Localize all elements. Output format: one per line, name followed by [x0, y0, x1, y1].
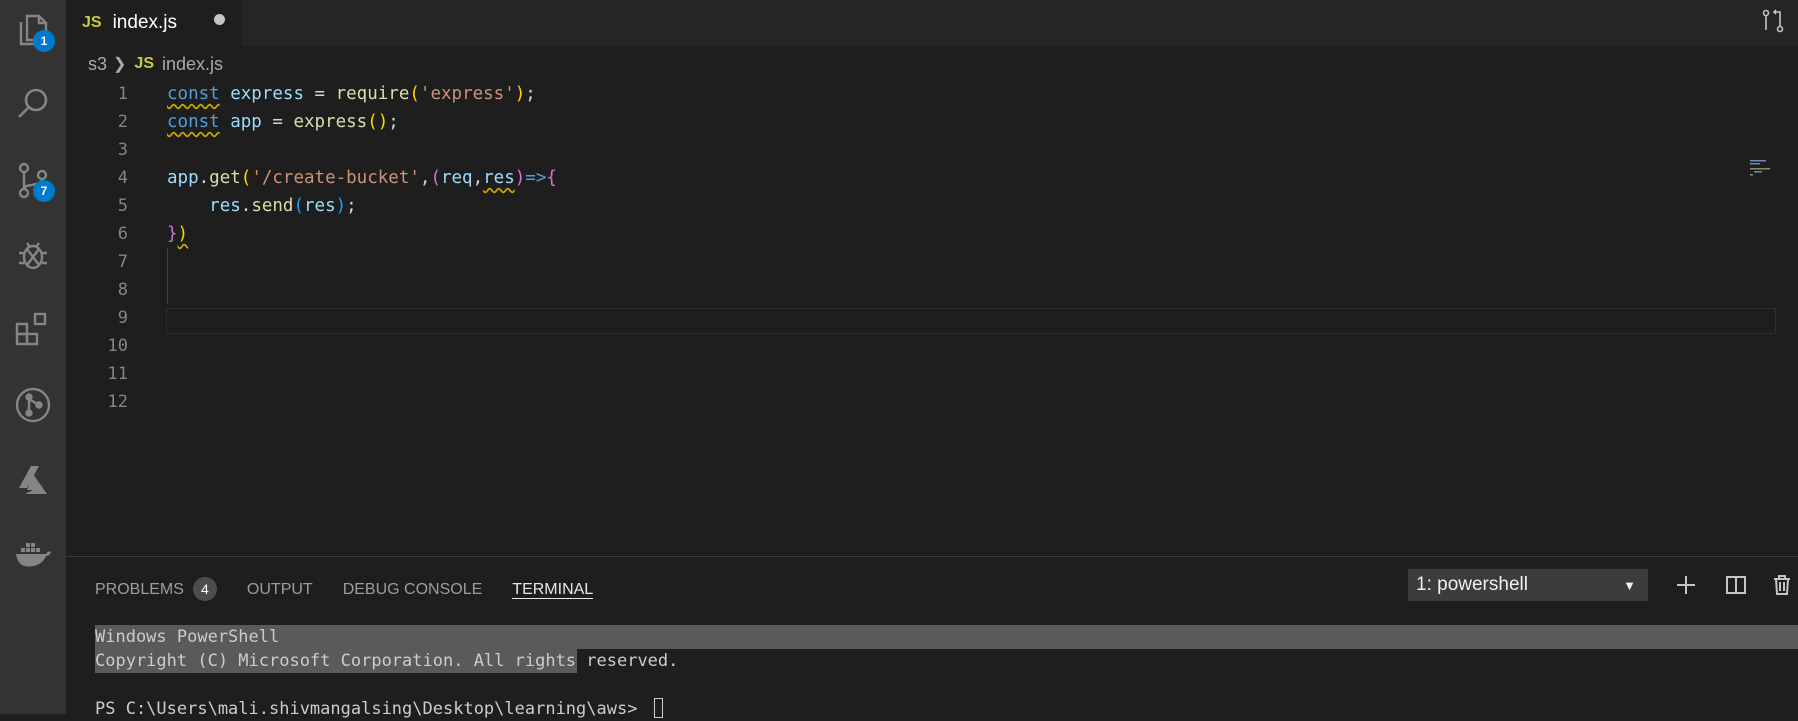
new-terminal-button[interactable]	[1670, 569, 1702, 601]
docker-button[interactable]	[9, 530, 57, 578]
open-changes-icon[interactable]	[1760, 8, 1786, 34]
breadcrumb-folder[interactable]: s3	[88, 54, 107, 75]
source-control-badge: 7	[33, 180, 55, 202]
line-number: 3	[117, 140, 128, 160]
code-line: 12	[66, 388, 1776, 416]
terminal-line: Copyright (C) Microsoft Corporation. All…	[95, 651, 679, 671]
code-line: 11	[66, 360, 1776, 388]
code-line: 2 const app = express();	[66, 108, 1776, 136]
search-button[interactable]	[9, 80, 57, 128]
breadcrumb: s3 ❯ JS index.js	[88, 52, 223, 76]
tab-label: OUTPUT	[246, 581, 313, 598]
tab-debug-console[interactable]: DEBUG CONSOLE	[343, 573, 483, 599]
breadcrumb-file[interactable]: index.js	[162, 54, 223, 75]
git-graph-button[interactable]	[9, 381, 57, 429]
chevron-right-icon: ❯	[113, 56, 127, 73]
js-file-icon: JS	[82, 14, 102, 31]
explorer-button[interactable]: 1	[9, 6, 57, 54]
terminal-line: Windows PowerShell	[95, 627, 280, 647]
tab-label: PROBLEMS	[95, 581, 184, 598]
code-line: 10	[66, 332, 1776, 360]
tab-index-js[interactable]: JS index.js	[66, 0, 242, 46]
split-terminal-button[interactable]	[1720, 569, 1752, 601]
minimap[interactable]	[1750, 158, 1774, 184]
debug-icon	[19, 242, 47, 270]
extensions-button[interactable]	[9, 306, 57, 354]
problems-count-badge: 4	[192, 577, 217, 601]
tab-label: index.js	[112, 12, 177, 33]
git-icon	[15, 387, 51, 423]
code-line: 4 app.get('/create-bucket',(req,res)=>{	[66, 164, 1776, 192]
code-editor[interactable]: 1 const express = require('express'); 2 …	[66, 80, 1776, 550]
tab-label: DEBUG CONSOLE	[342, 581, 483, 598]
line-number: 7	[117, 252, 128, 272]
line-number: 11	[107, 364, 128, 384]
code-line: 6 })	[66, 220, 1776, 248]
line-number: 2	[117, 112, 128, 132]
line-number: 8	[117, 280, 128, 300]
kill-terminal-button[interactable]	[1766, 569, 1798, 601]
code-line: 8	[66, 276, 1776, 304]
line-number: 4	[117, 168, 128, 188]
code-text: const app = express();	[167, 112, 399, 132]
code-line: 7	[66, 248, 1776, 276]
terminal-prompt-line: PS C:\Users\mali.shivmangalsing\Desktop\…	[95, 697, 1798, 721]
code-line: 5 res.send(res);	[66, 192, 1776, 220]
chevron-down-icon: ▼	[1623, 578, 1636, 593]
source-control-button[interactable]: 7	[9, 156, 57, 204]
terminal-select-value: 1: powershell	[1416, 574, 1528, 595]
debug-button[interactable]	[9, 231, 57, 279]
line-number: 9	[117, 308, 128, 328]
code-text: const express = require('express');	[167, 84, 536, 104]
panel-tabs: PROBLEMS 4 OUTPUT DEBUG CONSOLE TERMINAL	[95, 573, 623, 607]
terminal-prompt: PS C:\Users\mali.shivmangalsing\Desktop\…	[95, 699, 648, 719]
tab-output[interactable]: OUTPUT	[247, 573, 313, 599]
plus-icon	[1677, 576, 1695, 594]
line-number: 6	[117, 224, 128, 244]
terminal-select[interactable]: 1: powershell ▼	[1408, 569, 1648, 601]
docker-icon	[16, 543, 51, 567]
line-number: 10	[107, 336, 128, 356]
azure-button[interactable]	[9, 456, 57, 504]
activity-bar: 1 7	[0, 0, 66, 714]
azure-icon	[19, 466, 47, 494]
split-icon	[1726, 576, 1746, 594]
js-file-icon: JS	[134, 55, 154, 72]
code-text: res.send(res);	[209, 196, 357, 216]
terminal-output[interactable]: Windows PowerShell Copyright (C) Microso…	[95, 625, 1798, 721]
code-line: 1 const express = require('express');	[66, 80, 1776, 108]
line-number: 5	[117, 196, 128, 216]
tab-bar: JS index.js	[66, 0, 1798, 46]
search-icon	[18, 88, 48, 118]
line-number: 12	[107, 392, 128, 412]
tab-label: TERMINAL	[512, 581, 594, 598]
trash-icon	[1774, 575, 1790, 595]
unsaved-dot-icon[interactable]	[214, 14, 225, 25]
code-text: })	[167, 224, 189, 244]
tab-problems[interactable]: PROBLEMS 4	[95, 573, 217, 601]
extensions-icon	[15, 312, 47, 346]
code-line: 3	[66, 136, 1776, 164]
line-number: 1	[117, 84, 128, 104]
bottom-panel: PROBLEMS 4 OUTPUT DEBUG CONSOLE TERMINAL…	[66, 556, 1798, 719]
tab-terminal[interactable]: TERMINAL	[512, 573, 594, 599]
code-line: 9	[66, 304, 1776, 332]
explorer-badge: 1	[33, 30, 55, 52]
terminal-cursor	[653, 698, 663, 718]
code-text: app.get('/create-bucket',(req,res)=>{	[167, 168, 557, 188]
